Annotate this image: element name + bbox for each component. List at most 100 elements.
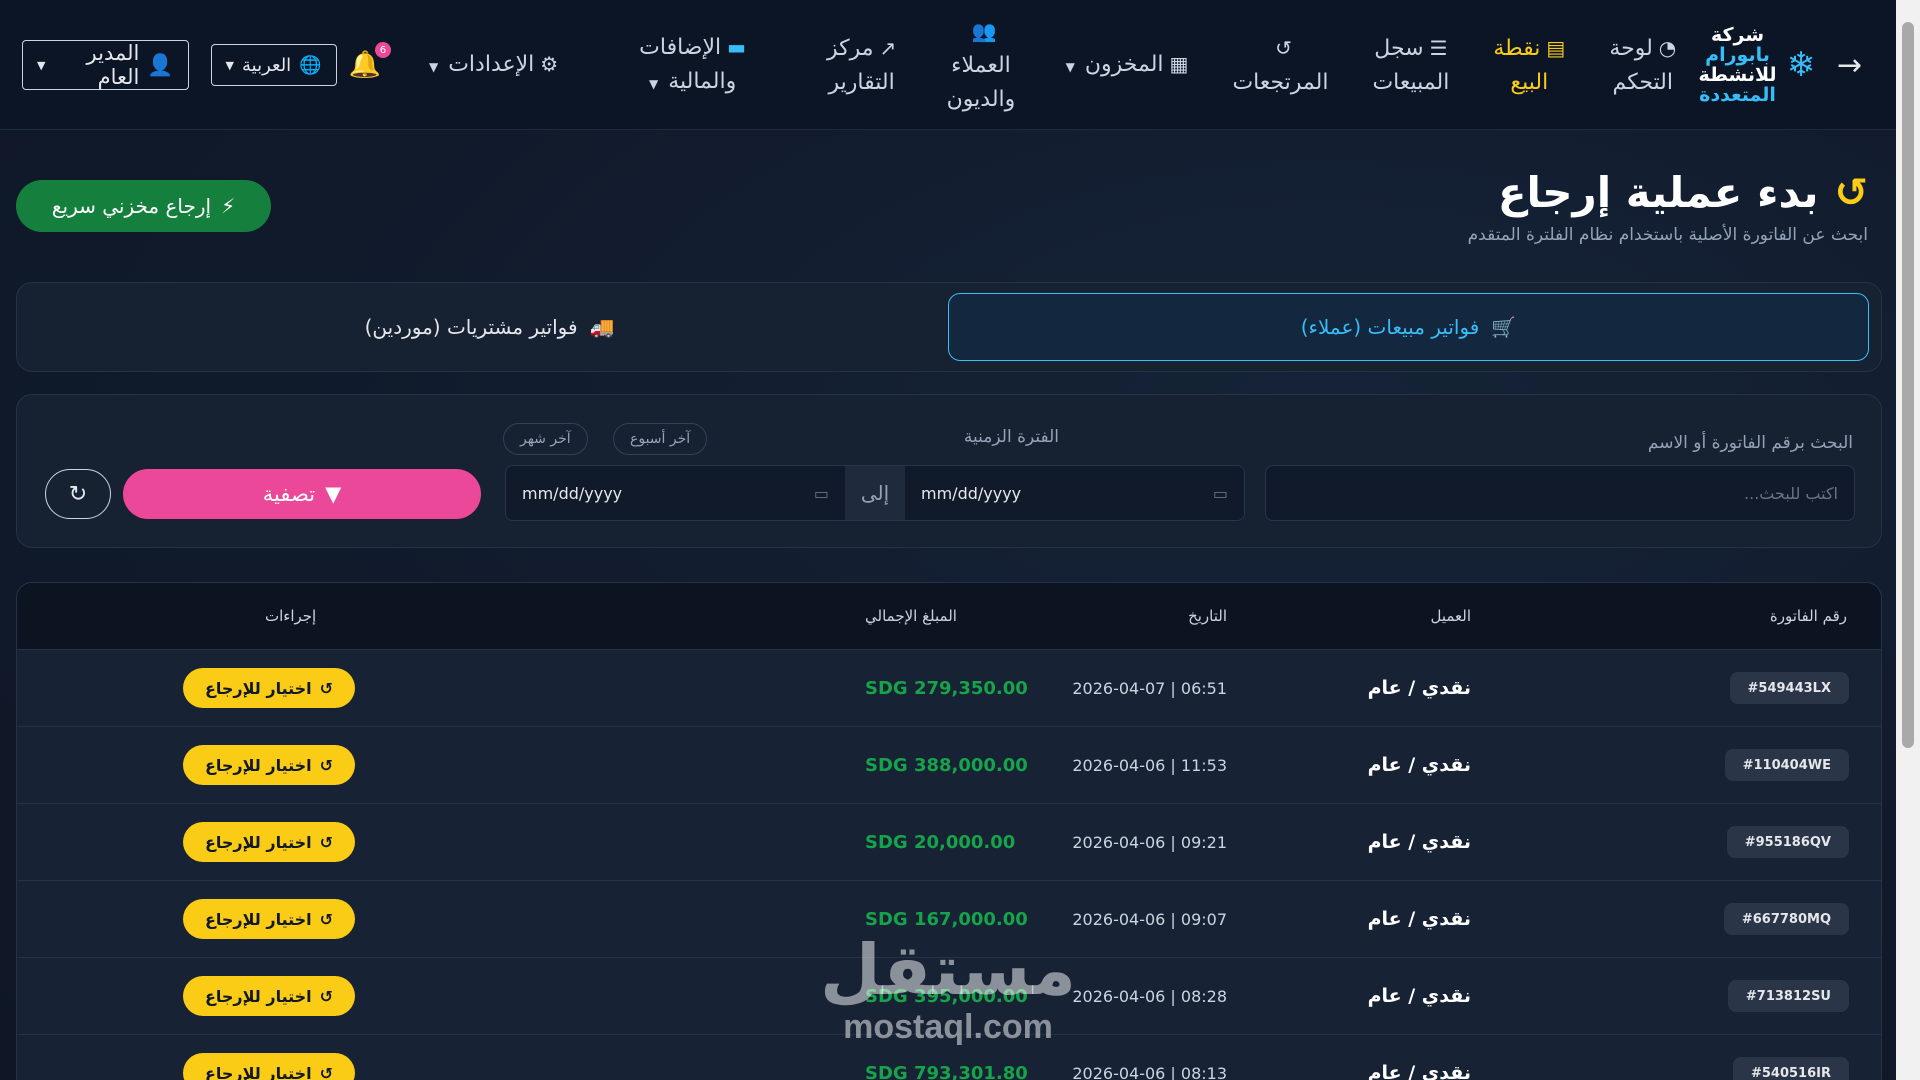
select-for-return-button[interactable]: ↺ اختيار للإرجاع (183, 976, 355, 1016)
invoice-total: SDG 388,000.00 (865, 754, 1028, 776)
brand-logo[interactable]: ❄ شركة بابورام للانشطة المتعددة (1698, 25, 1816, 106)
action-label: اختيار للإرجاع (204, 986, 312, 1006)
nav-label: البيع (1510, 69, 1549, 95)
customer-name: نقدي / عام (1367, 831, 1471, 853)
nav-label: الإعدادات (448, 51, 535, 77)
search-input[interactable] (1265, 465, 1855, 521)
page-header: ↺ بدء عملية إرجاع ابحث عن الفاتورة الأصل… (1468, 168, 1868, 245)
table-row: #713812SU نقدي / عام 2026-04-06 | 08:28 … (17, 957, 1881, 1034)
undo-icon: ↺ (319, 755, 334, 775)
brand-line-2: بابورام (1705, 44, 1770, 66)
nav-item-inventory[interactable]: ▦المخزون ▼ (1044, 47, 1211, 84)
notifications-bell[interactable]: 🔔 6 (349, 42, 391, 80)
invoice-date: 2026-04-06 | 09:07 (1072, 909, 1227, 929)
calendar-icon: ▭ (1212, 483, 1228, 503)
action-label: اختيار للإرجاع (204, 1063, 312, 1080)
user-name: المدير العام (86, 41, 140, 89)
cart-icon: 🛒 (1491, 315, 1517, 339)
boxes-icon: ▦ (1169, 51, 1189, 76)
date-from-input[interactable]: mm/dd/yyyy ▭ (905, 466, 1244, 520)
nav-label: سجل (1374, 35, 1424, 61)
nav-item-returns[interactable]: ↺ المرتجعات (1210, 31, 1350, 100)
nav-item-finance[interactable]: ▬الإضافات والمالية▼ (580, 30, 805, 101)
select-for-return-button[interactable]: ↺ اختيار للإرجاع (183, 745, 355, 785)
action-label: اختيار للإرجاع (204, 909, 312, 929)
customer-name: نقدي / عام (1367, 677, 1471, 699)
invoice-total: SDG 20,000.00 (865, 831, 1016, 853)
wallet-icon: ▬ (727, 34, 747, 59)
brand-line-4: المتعددة (1699, 84, 1776, 106)
invoice-total: SDG 279,350.00 (865, 677, 1028, 699)
table-row: #540516IR نقدي / عام 2026-04-06 | 08:13 … (17, 1034, 1881, 1080)
nav-item-pos[interactable]: ▤نقطة البيع (1471, 31, 1587, 100)
select-for-return-button[interactable]: ↺ اختيار للإرجاع (183, 668, 355, 708)
page-title-text: بدء عملية إرجاع (1497, 168, 1819, 217)
last-week-chip[interactable]: آخر أسبوع (613, 423, 708, 455)
caret-down-icon: ▼ (37, 58, 46, 72)
invoice-number-badge: #667780MQ (1723, 903, 1849, 935)
users-icon: 👥 (971, 18, 997, 43)
invoice-total: SDG 395,000.00 (865, 985, 1028, 1007)
nav-label: المرتجعات (1232, 69, 1329, 95)
select-for-return-button[interactable]: ↺ اختيار للإرجاع (183, 899, 355, 939)
invoice-total: SDG 167,000.00 (865, 908, 1028, 930)
invoice-number-badge: #110404WE (1724, 749, 1849, 781)
filter-button[interactable]: ▼ تصفية (123, 469, 481, 519)
caret-down-icon: ▼ (225, 58, 234, 72)
caret-down-icon: ▼ (428, 59, 439, 74)
filter-button-label: تصفية (262, 482, 316, 506)
invoice-type-tabs: 🛒 فواتير مبيعات (عملاء) 🚚 فواتير مشتريات… (16, 282, 1882, 372)
user-menu[interactable]: 👤 المدير العام ▼ (22, 40, 189, 90)
table-row: #955186QV نقدي / عام 2026-04-06 | 09:21 … (17, 803, 1881, 880)
tab-label: فواتير مبيعات (عملاء) (1300, 315, 1480, 339)
tab-purchase-invoices[interactable]: 🚚 فواتير مشتريات (موردين) (29, 293, 950, 361)
nav-item-dashboard[interactable]: ◔لوحة التحكم (1587, 31, 1698, 100)
invoice-date: 2026-04-07 | 06:51 (1072, 678, 1227, 698)
last-month-chip[interactable]: آخر شهر (503, 423, 588, 455)
date-to-value: mm/dd/yyyy (522, 483, 623, 503)
filter-panel: البحث برقم الفاتورة أو الاسم الفترة الزم… (16, 394, 1882, 548)
invoice-date: 2026-04-06 | 08:28 (1072, 986, 1227, 1006)
date-to-input[interactable]: mm/dd/yyyy ▭ (506, 466, 845, 520)
nav-item-settings[interactable]: ⚙الإعدادات ▼ (407, 47, 580, 84)
nav-item-reports[interactable]: ↗مركز التقارير (805, 31, 918, 100)
scrollbar[interactable] (1896, 0, 1920, 1080)
page-title: ↺ بدء عملية إرجاع (1468, 168, 1868, 217)
snowflake-icon: ❄ (1786, 45, 1816, 85)
undo-icon: ↺ (319, 678, 334, 698)
header-customer: العميل (1430, 607, 1471, 625)
back-arrow-icon[interactable]: → (1827, 48, 1872, 83)
quick-return-label: إرجاع مخزني سريع (51, 194, 212, 218)
customer-name: نقدي / عام (1367, 1062, 1471, 1080)
nav-label: لوحة (1609, 35, 1653, 61)
select-for-return-button[interactable]: ↺ اختيار للإرجاع (183, 1053, 355, 1080)
invoice-total: SDG 793,301.80 (865, 1062, 1028, 1080)
language-selector[interactable]: 🌐 العربية ▼ (210, 44, 337, 86)
nav-label: المخزون (1084, 51, 1164, 77)
nav-label: العملاء (951, 52, 1011, 78)
brand-line-3: للانشطة (1698, 64, 1777, 86)
globe-icon: 🌐 (299, 54, 322, 76)
customer-name: نقدي / عام (1367, 754, 1471, 776)
header-total: المبلغ الإجمالي (865, 607, 957, 625)
page-subtitle: ابحث عن الفاتورة الأصلية باستخدام نظام ا… (1467, 225, 1868, 245)
nav-item-sales-log[interactable]: ☰سجل المبيعات (1350, 31, 1471, 100)
date-range: mm/dd/yyyy ▭ إلى mm/dd/yyyy ▭ (505, 465, 1245, 521)
scrollbar-thumb[interactable] (1902, 22, 1914, 748)
reset-button[interactable]: ↻ (45, 469, 111, 519)
caret-down-icon: ▼ (648, 76, 659, 91)
tab-label: فواتير مشتريات (موردين) (364, 315, 578, 339)
table-header: رقم الفاتورة العميل التاريخ المبلغ الإجم… (17, 583, 1881, 649)
select-for-return-button[interactable]: ↺ اختيار للإرجاع (183, 822, 355, 862)
header-invoice: رقم الفاتورة (1769, 607, 1847, 625)
nav-item-customers[interactable]: 👥 العملاء والديون (918, 14, 1043, 117)
tab-sales-invoices[interactable]: 🛒 فواتير مبيعات (عملاء) (948, 293, 1869, 361)
date-to-separator: إلى (845, 466, 905, 520)
undo-icon: ↺ (1834, 169, 1868, 216)
nav-label: نقطة (1493, 35, 1541, 61)
quick-return-button[interactable]: ⚡ إرجاع مخزني سريع (16, 180, 271, 232)
nav-label: التقارير (828, 69, 895, 95)
header-actions: إجراءات (265, 607, 317, 625)
undo-icon: ↺ (1275, 35, 1292, 60)
period-label: الفترة الزمنية (963, 427, 1059, 447)
